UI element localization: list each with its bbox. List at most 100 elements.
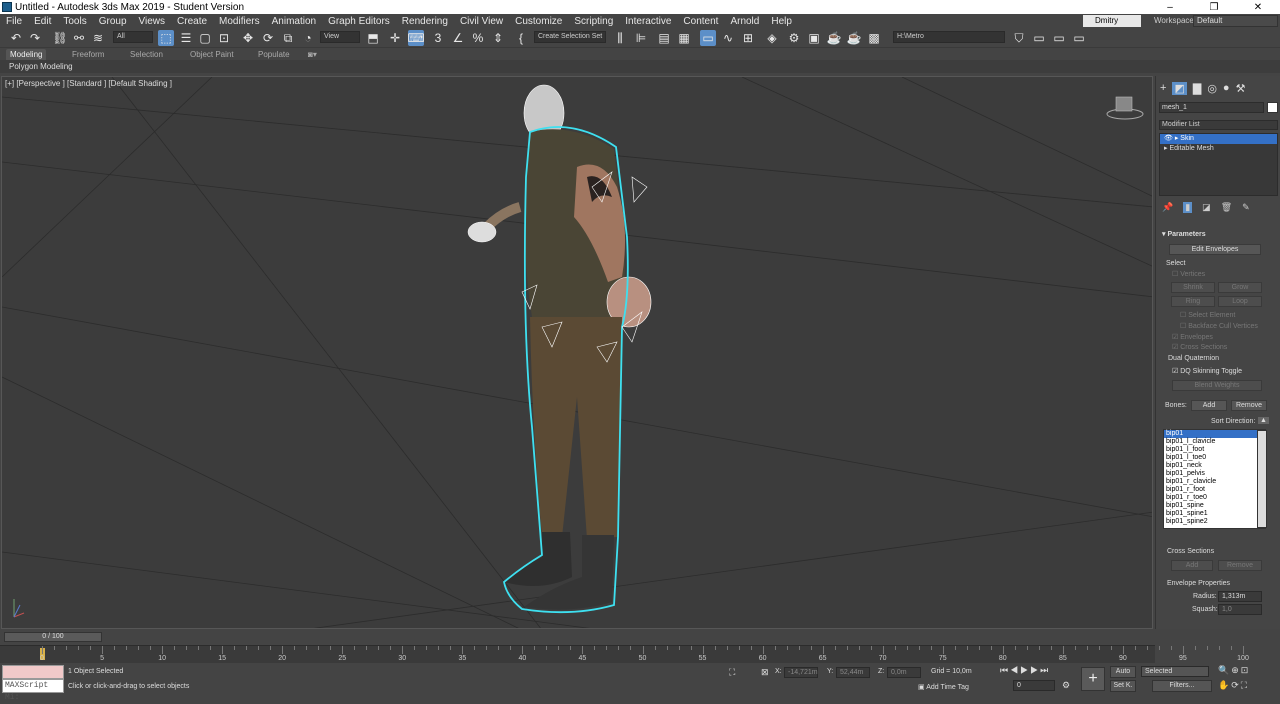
menu-arnold[interactable]: Arnold (724, 16, 765, 27)
select-object-icon[interactable]: ⬚ (158, 30, 174, 46)
menu-tools[interactable]: Tools (57, 16, 92, 27)
display-tab-icon[interactable]: ● (1223, 82, 1230, 95)
select-manipulate-icon[interactable]: ✛ (387, 30, 403, 46)
stack-item-editable-mesh[interactable]: ▸ Editable Mesh (1160, 144, 1277, 154)
envelopes-checkbox[interactable]: ☑ Envelopes (1172, 333, 1213, 341)
pin-stack-icon[interactable]: 📌 (1162, 202, 1173, 213)
bone-list-item[interactable]: bip01_neck (1164, 462, 1265, 470)
schematic-view-icon[interactable]: ⊞ (740, 30, 756, 46)
isolate-selection-icon[interactable]: ⛶ (729, 667, 735, 678)
unlink-icon[interactable]: ⚯ (71, 30, 87, 46)
object-name-field[interactable]: mesh_1 (1159, 102, 1264, 113)
render-cloud-icon[interactable]: ▩ (866, 30, 882, 46)
selection-lock-icon[interactable]: ⊠ (761, 667, 769, 678)
tab-object-paint[interactable]: Object Paint (186, 49, 238, 60)
loop-button[interactable]: Loop (1218, 296, 1262, 307)
perspective-viewport[interactable]: [+] [Perspective ] [Standard ] [Default … (1, 76, 1153, 629)
close-button[interactable]: ✕ (1236, 2, 1280, 13)
render-icon[interactable]: ☕ (826, 30, 842, 46)
menu-scripting[interactable]: Scripting (568, 16, 619, 27)
rect-selection-icon[interactable]: ▢ (197, 30, 213, 46)
stack-item-skin[interactable]: 👁 ▸ Skin (1160, 134, 1277, 144)
select-by-name-icon[interactable]: ☰ (178, 30, 194, 46)
bone-list-item[interactable]: bip01_r_toe0 (1164, 494, 1265, 502)
time-config-icon[interactable]: ⚙ (1062, 680, 1070, 691)
bind-spacewarp-icon[interactable]: ≋ (90, 30, 106, 46)
viewcube[interactable] (1106, 96, 1144, 120)
tab-modeling[interactable]: Modeling (6, 49, 47, 60)
render-iterative-icon[interactable]: ☕ (846, 30, 862, 46)
object-color-swatch[interactable] (1267, 102, 1278, 113)
menu-interactive[interactable]: Interactive (619, 16, 677, 27)
edit-named-sets-icon[interactable]: { (513, 30, 529, 46)
bone-list-item[interactable]: bip01 (1164, 430, 1265, 438)
folder-settings-icon[interactable]: ▭ (1071, 30, 1087, 46)
ref-coord-dropdown[interactable]: View (320, 31, 360, 43)
mirror-icon[interactable]: ⫼ (612, 30, 628, 46)
bone-list-item[interactable]: bip01_l_toe0 (1164, 454, 1265, 462)
character-model[interactable] (467, 84, 652, 614)
tab-freeform[interactable]: Freeform (68, 49, 108, 60)
menu-views[interactable]: Views (133, 16, 172, 27)
menu-content[interactable]: Content (677, 16, 724, 27)
squash-spinner[interactable]: 1,0 (1218, 604, 1262, 615)
redo-icon[interactable]: ↷ (27, 30, 43, 46)
backface-cull-checkbox[interactable]: ☐ Backface Cull Vertices (1180, 322, 1258, 330)
toggle-ribbon-icon[interactable]: ▭ (700, 30, 716, 46)
tab-selection[interactable]: Selection (126, 49, 167, 60)
ring-button[interactable]: Ring (1171, 296, 1215, 307)
auto-key-button[interactable]: Auto (1110, 666, 1136, 678)
time-slider[interactable]: 0 / 100 (4, 632, 102, 642)
cross-sections-checkbox[interactable]: ☑ Cross Sections (1172, 343, 1227, 351)
motion-tab-icon[interactable]: ◎ (1207, 82, 1217, 95)
window-crossing-icon[interactable]: ⊡ (216, 30, 232, 46)
snaps-toggle-icon[interactable]: 3 (430, 30, 446, 46)
menu-civil-view[interactable]: Civil View (454, 16, 509, 27)
viewport-nav-controls-2[interactable]: ✋⟳⛶ (1218, 680, 1249, 691)
keyboard-shortcut-icon[interactable]: ⌨ (407, 30, 425, 46)
scene-explorer-icon[interactable]: ▤ (656, 30, 672, 46)
render-setup-icon[interactable]: ⚙ (786, 30, 802, 46)
undo-icon[interactable]: ↶ (8, 30, 24, 46)
bone-list-item[interactable]: bip01_spine2 (1164, 518, 1265, 526)
viewport-label[interactable]: [+] [Perspective ] [Standard ] [Default … (5, 79, 172, 88)
select-element-checkbox[interactable]: ☐ Select Element (1180, 311, 1235, 319)
selection-filter-dropdown[interactable]: All (113, 31, 153, 43)
radius-spinner[interactable]: 1,313m (1218, 591, 1262, 602)
edit-envelopes-button[interactable]: Edit Envelopes (1169, 244, 1261, 255)
bone-list-item[interactable]: bip01_l_foot (1164, 446, 1265, 454)
bone-list-item[interactable]: bip01_l_clavicle (1164, 438, 1265, 446)
set-key-icon[interactable]: + (1081, 667, 1105, 691)
sort-direction-icon[interactable]: ▲ (1258, 417, 1269, 424)
bone-list-item[interactable]: bip01_r_foot (1164, 486, 1265, 494)
rendered-frame-icon[interactable]: ▣ (806, 30, 822, 46)
menu-animation[interactable]: Animation (266, 16, 322, 27)
y-coordinate-field[interactable]: 52,44m (836, 667, 870, 678)
curve-editor-icon[interactable]: ∿ (720, 30, 736, 46)
x-coordinate-field[interactable]: -14,721m (784, 667, 818, 678)
user-account-dropdown[interactable]: Dmitry Popo... (1083, 15, 1141, 37)
spinner-snap-icon[interactable]: ⇕ (490, 30, 506, 46)
scale-icon[interactable]: ⧉ (280, 30, 296, 46)
angle-snap-icon[interactable]: ∠ (450, 30, 466, 46)
utilities-tab-icon[interactable]: ⚒ (1236, 82, 1246, 95)
playback-controls[interactable]: ⏮◀▶▶⏭ (1000, 665, 1050, 676)
menu-file[interactable]: File (0, 16, 28, 27)
named-selection-dropdown[interactable]: Create Selection Set (534, 31, 606, 43)
bone-list-item[interactable]: bip01_spine1 (1164, 510, 1265, 518)
cross-section-remove-button[interactable]: Remove (1218, 560, 1262, 571)
bone-list[interactable]: bip01 bip01_l_clavicle bip01_l_foot bip01_l… (1163, 429, 1266, 529)
tab-populate[interactable]: Populate (254, 49, 294, 60)
pivot-center-icon[interactable]: ⬒ (365, 30, 381, 46)
modify-tab-icon[interactable]: ◩ (1172, 82, 1187, 95)
link-icon[interactable]: ⛓ (52, 30, 68, 46)
add-bone-button[interactable]: Add (1191, 400, 1227, 411)
bone-list-item[interactable]: bip01_spine (1164, 502, 1265, 510)
material-editor-icon[interactable]: ◈ (764, 30, 780, 46)
set-key-button[interactable]: Set K. (1110, 680, 1136, 692)
remove-modifier-icon[interactable]: 🗑 (1221, 202, 1232, 213)
bone-list-item[interactable]: bip01_pelvis (1164, 470, 1265, 478)
vertices-checkbox[interactable]: ☐ Vertices (1172, 270, 1205, 278)
ribbon-options-icon[interactable]: ◙▾ (304, 49, 321, 60)
maxscript-mini-listener[interactable]: MAXScript Mi: (2, 679, 64, 702)
